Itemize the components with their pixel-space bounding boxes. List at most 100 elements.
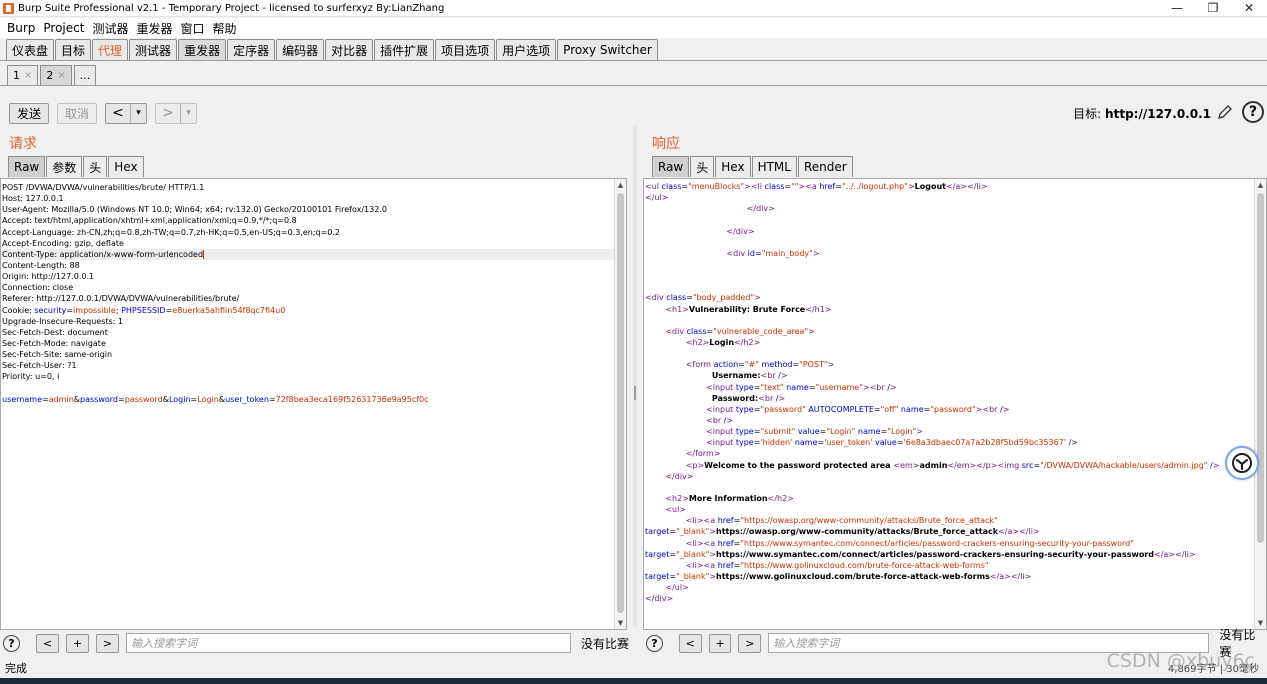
- menu-burp[interactable]: Burp: [4, 21, 38, 35]
- chevron-down-icon[interactable]: ▾: [130, 103, 146, 123]
- text-cursor: [203, 249, 205, 259]
- response-tab-headers[interactable]: 头: [690, 156, 715, 177]
- status-bar: 完成: [0, 658, 1267, 678]
- response-line: <h1>Vulnerability: Brute Force</h1>: [665, 304, 832, 314]
- floating-assistant-icon[interactable]: [1225, 446, 1259, 480]
- split-pane-divider[interactable]: [633, 126, 637, 626]
- request-line: Accept-Encoding: gzip, deflate: [2, 238, 124, 248]
- response-line: <li><a href="https://owasp.org/www-commu…: [685, 516, 998, 526]
- request-line: Cookie:: [2, 305, 35, 315]
- tab-dashboard[interactable]: 仪表盘: [6, 39, 55, 60]
- response-scrollbar[interactable]: ▲ ▼: [1254, 179, 1266, 629]
- param-key: Login: [168, 394, 191, 404]
- help-icon[interactable]: ?: [646, 634, 663, 652]
- tab-sequencer[interactable]: 定序器: [227, 39, 276, 60]
- scroll-thumb[interactable]: [617, 193, 624, 613]
- tab-intruder[interactable]: 测试器: [129, 39, 178, 60]
- pencil-icon[interactable]: [1216, 103, 1234, 121]
- request-line: Sec-Fetch-Dest: document: [2, 327, 108, 337]
- request-line: Referer: http://127.0.0.1/DVWA/DVWA/vuln…: [2, 294, 240, 304]
- menu-repeater[interactable]: 重发器: [133, 20, 175, 37]
- scroll-thumb[interactable]: [1257, 193, 1264, 543]
- response-line: </div>: [645, 594, 674, 604]
- scroll-up-icon[interactable]: ▲: [1255, 179, 1266, 191]
- response-line: <input type="password" AUTOCOMPLETE="off…: [706, 404, 1010, 414]
- tab-decoder[interactable]: 编码器: [276, 39, 325, 60]
- param-value: admin: [48, 394, 74, 404]
- response-line: <input type="submit" value="Login" name=…: [706, 427, 923, 437]
- close-tab-icon[interactable]: ×: [24, 70, 32, 81]
- request-line: Connection: close: [2, 283, 74, 293]
- response-line: [644, 348, 1266, 359]
- cancel-button[interactable]: 取消: [57, 102, 97, 124]
- tab-extender[interactable]: 插件扩展: [374, 39, 435, 60]
- response-line: <li><a href="https://www.symantec.com/co…: [685, 538, 1134, 548]
- search-prev-button[interactable]: <: [36, 633, 59, 653]
- response-line: <div class="vulnerable_code_area">: [665, 326, 815, 336]
- tab-project-options[interactable]: 项目选项: [435, 39, 496, 60]
- search-options-button[interactable]: +: [66, 633, 89, 653]
- response-line: </ul>: [645, 193, 669, 203]
- request-tab-params[interactable]: 参数: [46, 156, 83, 177]
- request-editor[interactable]: POST /DVWA/DVWA/vulnerabilities/brute/ H…: [0, 178, 627, 630]
- send-button[interactable]: 发送: [9, 102, 49, 124]
- tab-proxy-switcher[interactable]: Proxy Switcher: [557, 39, 658, 60]
- response-tab-render[interactable]: Render: [797, 156, 853, 177]
- request-view-tabs: Raw 参数 头 Hex: [8, 156, 145, 178]
- response-line: <br /><br />: [644, 627, 1266, 629]
- repeater-tab-new[interactable]: ...: [73, 65, 97, 85]
- response-tab-html[interactable]: HTML: [751, 156, 797, 177]
- maximize-button[interactable]: ❐: [1195, 0, 1231, 17]
- response-line: Username:<br />: [645, 371, 788, 381]
- tab-target[interactable]: 目标: [55, 39, 92, 60]
- search-prev-button[interactable]: <: [678, 633, 702, 653]
- response-tab-raw[interactable]: Raw: [652, 156, 690, 177]
- menu-intruder[interactable]: 测试器: [89, 20, 131, 37]
- request-tab-hex[interactable]: Hex: [108, 156, 144, 177]
- tab-repeater[interactable]: 重发器: [178, 39, 227, 60]
- request-tab-raw[interactable]: Raw: [8, 156, 46, 177]
- request-search-input[interactable]: 输入搜索字词: [126, 633, 571, 653]
- response-line: </form>: [685, 449, 721, 459]
- response-editor[interactable]: <ul class="menuBlocks"><li class=""><a h…: [643, 178, 1267, 630]
- chevron-down-icon[interactable]: ▾: [180, 103, 196, 123]
- request-tab-headers[interactable]: 头: [83, 156, 108, 177]
- repeater-tab-1[interactable]: 1 ×: [7, 65, 39, 85]
- search-next-button[interactable]: >: [738, 633, 762, 653]
- response-lines: <ul class="menuBlocks"><li class=""><a h…: [644, 179, 1266, 629]
- help-icon[interactable]: ?: [1242, 101, 1264, 123]
- search-next-button[interactable]: >: [96, 633, 119, 653]
- forward-history-button[interactable]: > ▾: [155, 102, 197, 124]
- scroll-up-icon[interactable]: ▲: [615, 179, 626, 191]
- repeater-tab-2[interactable]: 2 ×: [40, 65, 72, 85]
- response-line: target="_blank">https://www.golinuxcloud…: [645, 571, 1032, 581]
- menu-window[interactable]: 窗口: [177, 20, 207, 37]
- close-tab-icon[interactable]: ×: [57, 70, 65, 81]
- search-options-button[interactable]: +: [708, 633, 732, 653]
- repeater-toolbar: 发送 取消 < ▾ > ▾ 目标: http://127.0.0.1 ?: [0, 100, 1267, 126]
- request-scrollbar[interactable]: ▲ ▼: [614, 179, 626, 629]
- response-line: <br />: [706, 415, 734, 425]
- response-line: <input type="text" name="username"><br /…: [706, 382, 897, 392]
- back-arrow-icon[interactable]: <: [106, 104, 130, 123]
- scroll-down-icon[interactable]: ▼: [615, 617, 626, 629]
- request-line: Sec-Fetch-Site: same-origin: [2, 350, 113, 360]
- cookie-value: impossible: [73, 305, 116, 315]
- minimize-button[interactable]: —: [1159, 0, 1195, 17]
- help-icon[interactable]: ?: [3, 634, 20, 652]
- close-window-button[interactable]: ✕: [1231, 0, 1267, 17]
- response-line: <div id="main_body">: [726, 248, 820, 258]
- tab-proxy[interactable]: 代理: [92, 39, 129, 60]
- menu-project[interactable]: Project: [40, 21, 87, 35]
- request-line: Accept: text/html,application/xhtml+xml,…: [2, 216, 297, 226]
- response-line: Password:<br />: [645, 393, 786, 403]
- forward-arrow-icon[interactable]: >: [156, 104, 180, 123]
- target-display: 目标: http://127.0.0.1: [1073, 105, 1211, 122]
- response-tab-hex[interactable]: Hex: [715, 156, 751, 177]
- tab-comparer[interactable]: 对比器: [325, 39, 374, 60]
- cookie-key: security: [34, 305, 67, 315]
- menu-help[interactable]: 帮助: [210, 20, 240, 37]
- back-history-button[interactable]: < ▾: [105, 102, 147, 124]
- tab-user-options[interactable]: 用户选项: [496, 39, 557, 60]
- request-body-line: username=admin&password=password&Login=L…: [2, 394, 429, 404]
